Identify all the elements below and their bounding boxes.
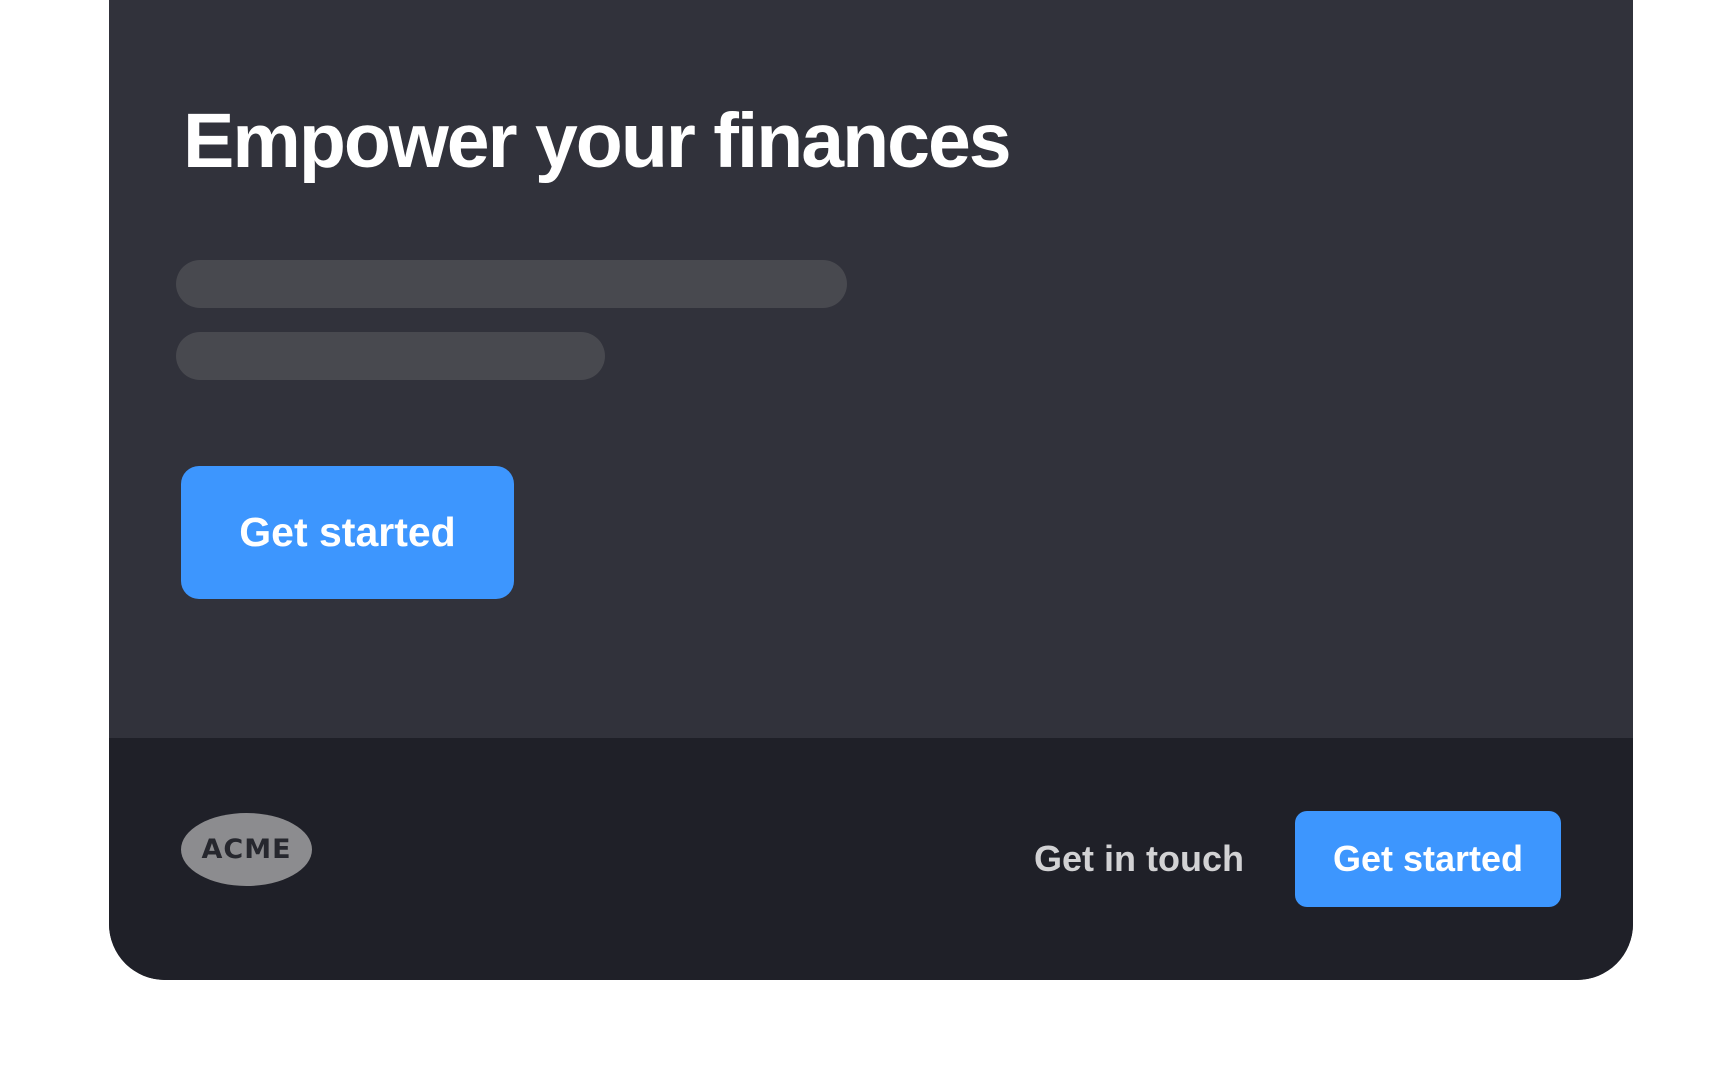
hero-section: Empower your finances Get started — [109, 0, 1633, 738]
hero-description-placeholder-line-2 — [176, 332, 605, 380]
footer-bar: ACME Get in touch Get started — [109, 738, 1633, 980]
logo-text: ACME — [201, 834, 292, 865]
hero-title: Empower your finances — [183, 98, 1012, 184]
footer-get-started-button[interactable]: Get started — [1295, 811, 1561, 907]
hero-get-started-button[interactable]: Get started — [181, 466, 514, 599]
acme-logo[interactable]: ACME — [181, 813, 312, 886]
get-in-touch-link[interactable]: Get in touch — [1029, 834, 1249, 884]
marketing-card: Empower your finances Get started ACME G… — [109, 0, 1633, 980]
hero-description-placeholder-line-1 — [176, 260, 847, 308]
